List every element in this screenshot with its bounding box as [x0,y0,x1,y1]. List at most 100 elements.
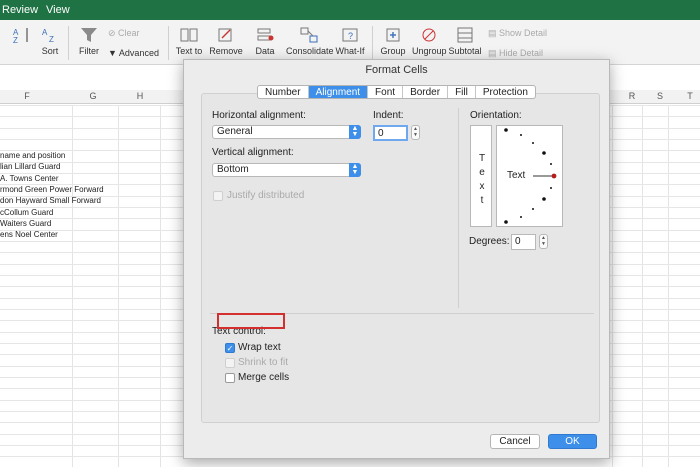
hide-detail-button[interactable]: ▤ Hide Detail [488,48,558,59]
what-if-label: What-If [335,46,365,56]
tab-font[interactable]: Font [368,86,404,98]
merge-cells-label: Merge cells [238,372,290,383]
group-label: Group [380,46,406,56]
data-validation-button[interactable]: Data [250,26,280,56]
remove-duplicates-button[interactable]: Remove [208,26,244,56]
ungroup-button[interactable]: Ungroup [412,26,447,56]
ribbon-divider [68,26,69,60]
clear-label: Clear [118,28,140,38]
data-validation-icon [257,28,274,41]
advanced-label: Advanced [118,48,159,58]
wrap-text-checkbox[interactable]: ✓ [225,343,235,353]
column-header-h[interactable]: H [130,91,150,101]
what-if-button[interactable]: ? What-If [334,26,366,56]
cell-row[interactable]: A. Towns Center [0,174,59,183]
vertical-alignment-select[interactable]: Bottom ▲ ▼ [212,163,361,177]
justify-distributed-checkbox[interactable] [213,191,223,201]
subtotal-button[interactable]: Subtotal [448,26,482,56]
cancel-button[interactable]: Cancel [490,434,540,449]
vertical-alignment-label: Vertical alignment: [212,147,294,158]
orientation-dial[interactable]: Text [496,125,563,227]
vertical-alignment-value: Bottom [217,164,249,175]
tab-protection[interactable]: Protection [476,86,535,98]
column-header-f[interactable]: F [17,91,37,101]
column-header-t[interactable]: T [680,91,700,101]
dialog-title: Format Cells [365,64,428,76]
sort-ascending-icon: AZ [13,28,28,44]
remove-duplicates-icon [218,28,232,42]
horizontal-alignment-label: Horizontal alignment: [212,110,306,121]
group-button[interactable]: Group [378,26,408,56]
wrap-text-label: Wrap text [238,342,281,353]
hide-detail-icon: ▤ [488,48,500,58]
hide-detail-label: Hide Detail [499,48,544,58]
justify-distributed-label: Justify distributed [227,190,305,201]
wrap-text-highlight [217,313,285,329]
indent-stepper[interactable]: ▲ ▼ [411,125,420,140]
ok-button[interactable]: OK [548,434,597,449]
remove-label: Remove [209,46,243,56]
cell-row[interactable]: don Hayward Small Forward [0,196,101,205]
cell-name-position[interactable]: name and position [0,151,65,160]
vertical-text-orientation-box[interactable]: T e x t [470,125,492,227]
tab-number[interactable]: Number [258,86,309,98]
cell-row[interactable]: ens Noel Center [0,230,58,239]
svg-text:A: A [42,28,48,37]
sort-icon: AZ [42,28,54,44]
clear-button[interactable]: ⊘ Clear [108,28,168,39]
filter-button[interactable]: Filter [76,26,102,56]
filter-label: Filter [79,46,99,56]
tab-border[interactable]: Border [403,86,449,98]
advanced-filter-icon: ▼ [108,48,119,58]
show-detail-button[interactable]: ▤ Show Detail [488,28,558,39]
cell-row[interactable]: cCollum Guard [0,208,53,217]
svg-text:Z: Z [49,35,54,44]
orientation-label: Orientation: [470,110,522,121]
group-icon [386,28,400,42]
tab-alignment[interactable]: Alignment [308,86,369,98]
vertical-text-letter: t [480,195,484,206]
degrees-input[interactable]: 0 [511,234,536,250]
cell-row[interactable]: Waiters Guard [0,219,51,228]
cell-row[interactable]: lian Lillard Guard [0,162,60,171]
merge-cells-checkbox[interactable] [225,373,235,383]
menu-review[interactable]: Review [2,4,38,16]
indent-input[interactable]: 0 [373,125,408,141]
clear-filter-icon: ⊘ [108,28,119,38]
funnel-icon [81,28,97,42]
subtotal-label: Subtotal [448,46,482,56]
menu-bar: Review View [0,0,700,20]
column-header-s[interactable]: S [650,91,670,101]
column-header-g[interactable]: G [83,91,103,101]
text-to-columns-label: Text to [175,46,203,56]
advanced-button[interactable]: ▼ Advanced [108,48,168,58]
indent-label: Indent: [373,110,404,121]
svg-text:Z: Z [13,36,18,44]
ungroup-label: Ungroup [412,46,447,56]
menu-view[interactable]: View [46,4,70,16]
sort-button[interactable]: AZ Sort [38,26,62,56]
data-label: Data [255,46,275,56]
degrees-stepper[interactable]: ▲ ▼ [539,234,548,249]
text-to-columns-icon [180,28,198,42]
degrees-label: Degrees: [469,236,510,247]
consolidate-button[interactable]: Consolidate [286,26,334,56]
subtotal-icon [457,27,473,43]
show-detail-icon: ▤ [488,28,500,38]
ribbon-divider [168,26,169,60]
consolidate-label: Consolidate [286,46,334,56]
format-cells-dialog: Format Cells Horizontal alignment: Gener… [183,59,610,459]
alignment-panel: Horizontal alignment: General ▲ ▼ Indent:… [201,93,600,423]
column-header-r[interactable]: R [622,91,642,101]
tab-fill[interactable]: Fill [448,86,476,98]
shrink-to-fit-checkbox[interactable] [225,358,235,368]
select-arrows-icon: ▲ ▼ [349,125,361,139]
format-cells-tabs: Number Alignment Font Border Fill Protec… [257,85,536,99]
sort-ascending-button[interactable]: AZ [12,26,32,46]
text-to-columns-button[interactable]: Text to [174,26,204,56]
orientation-text-sample: Text [507,170,526,181]
cell-row[interactable]: rmond Green Power Forward [0,185,104,194]
shrink-to-fit-label: Shrink to fit [238,357,289,368]
horizontal-alignment-select[interactable]: General ▲ ▼ [212,125,361,139]
ungroup-icon [422,28,436,42]
